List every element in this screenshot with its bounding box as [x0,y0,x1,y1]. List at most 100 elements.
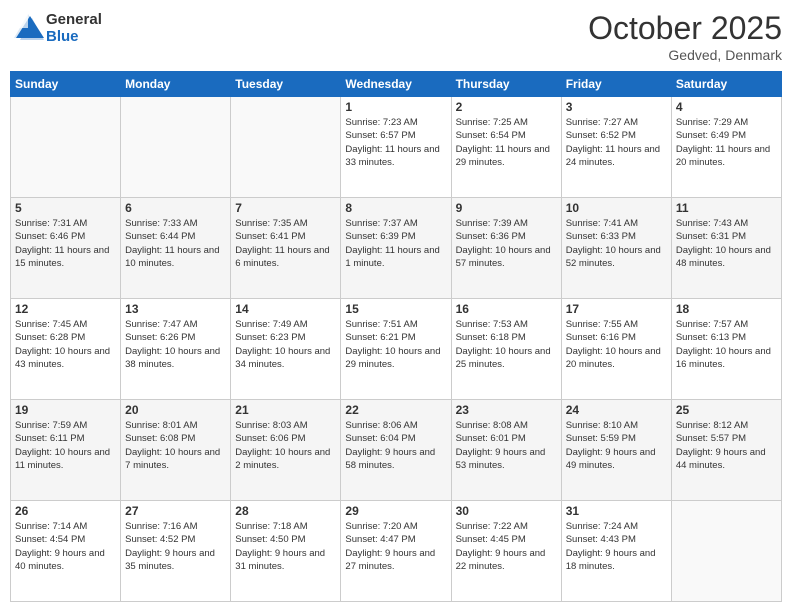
day-info: Sunrise: 7:18 AM Sunset: 4:50 PM Dayligh… [235,520,336,573]
day-number: 29 [345,504,446,518]
day-info: Sunrise: 7:47 AM Sunset: 6:26 PM Dayligh… [125,318,226,371]
calendar-cell: 23 Sunrise: 8:08 AM Sunset: 6:01 PM Dayli… [451,400,561,501]
location: Gedved, Denmark [588,47,782,63]
logo-text: General Blue [46,11,102,45]
logo-blue: Blue [46,28,102,45]
day-number: 28 [235,504,336,518]
calendar-week-3: 19 Sunrise: 7:59 AM Sunset: 6:11 PM Dayli… [11,400,782,501]
header-tuesday: Tuesday [231,72,341,97]
calendar-cell: 8Sunrise: 7:37 AM Sunset: 6:39 PM Daylig… [341,198,451,299]
day-number: 18 [676,302,777,316]
day-number: 15 [345,302,446,316]
calendar-cell: 6Sunrise: 7:33 AM Sunset: 6:44 PM Daylig… [121,198,231,299]
day-number: 16 [456,302,557,316]
day-info: Sunrise: 7:20 AM Sunset: 4:47 PM Dayligh… [345,520,446,573]
day-number: 10 [566,201,667,215]
header-sunday: Sunday [11,72,121,97]
day-number: 14 [235,302,336,316]
day-info: Sunrise: 7:23 AM Sunset: 6:57 PM Dayligh… [345,116,446,169]
calendar-cell: 28 Sunrise: 7:18 AM Sunset: 4:50 PM Dayli… [231,501,341,602]
day-info: Sunrise: 8:03 AM Sunset: 6:06 PM Dayligh… [235,419,336,472]
day-number: 22 [345,403,446,417]
day-info: Sunrise: 7:39 AM Sunset: 6:36 PM Dayligh… [456,217,557,270]
logo-icon [10,10,46,46]
calendar-cell: 26Sunrise: 7:14 AM Sunset: 4:54 PM Dayli… [11,501,121,602]
day-info: Sunrise: 7:24 AM Sunset: 4:43 PM Dayligh… [566,520,667,573]
title-section: October 2025 Gedved, Denmark [588,10,782,63]
calendar-week-0: 1 Sunrise: 7:23 AM Sunset: 6:57 PM Daylig… [11,97,782,198]
calendar-table: Sunday Monday Tuesday Wednesday Thursday… [10,71,782,602]
day-info: Sunrise: 8:12 AM Sunset: 5:57 PM Dayligh… [676,419,777,472]
day-info: Sunrise: 7:22 AM Sunset: 4:45 PM Dayligh… [456,520,557,573]
day-info: Sunrise: 7:43 AM Sunset: 6:31 PM Dayligh… [676,217,777,270]
page: General Blue October 2025 Gedved, Denmar… [0,0,792,612]
calendar-cell: 13Sunrise: 7:47 AM Sunset: 6:26 PM Dayli… [121,299,231,400]
day-info: Sunrise: 7:57 AM Sunset: 6:13 PM Dayligh… [676,318,777,371]
day-number: 9 [456,201,557,215]
calendar-cell: 5 Sunrise: 7:31 AM Sunset: 6:46 PM Daylig… [11,198,121,299]
day-number: 17 [566,302,667,316]
day-info: Sunrise: 8:06 AM Sunset: 6:04 PM Dayligh… [345,419,446,472]
header-friday: Friday [561,72,671,97]
day-number: 25 [676,403,777,417]
calendar-cell: 16 Sunrise: 7:53 AM Sunset: 6:18 PM Dayli… [451,299,561,400]
calendar-cell: 29 Sunrise: 7:20 AM Sunset: 4:47 PM Dayli… [341,501,451,602]
day-info: Sunrise: 7:51 AM Sunset: 6:21 PM Dayligh… [345,318,446,371]
calendar-cell: 22 Sunrise: 8:06 AM Sunset: 6:04 PM Dayli… [341,400,451,501]
calendar-cell [671,501,781,602]
calendar-cell: 17 Sunrise: 7:55 AM Sunset: 6:16 PM Dayli… [561,299,671,400]
day-number: 3 [566,100,667,114]
day-number: 19 [15,403,116,417]
day-number: 21 [235,403,336,417]
day-number: 1 [345,100,446,114]
logo-general: General [46,11,102,28]
calendar-cell: 1 Sunrise: 7:23 AM Sunset: 6:57 PM Daylig… [341,97,451,198]
day-info: Sunrise: 7:55 AM Sunset: 6:16 PM Dayligh… [566,318,667,371]
day-info: Sunrise: 7:27 AM Sunset: 6:52 PM Dayligh… [566,116,667,169]
calendar-cell [231,97,341,198]
day-number: 30 [456,504,557,518]
calendar-cell: 31Sunrise: 7:24 AM Sunset: 4:43 PM Dayli… [561,501,671,602]
day-info: Sunrise: 7:29 AM Sunset: 6:49 PM Dayligh… [676,116,777,169]
day-number: 11 [676,201,777,215]
calendar-cell: 4Sunrise: 7:29 AM Sunset: 6:49 PM Daylig… [671,97,781,198]
day-number: 26 [15,504,116,518]
calendar-cell: 10 Sunrise: 7:41 AM Sunset: 6:33 PM Dayli… [561,198,671,299]
day-info: Sunrise: 7:59 AM Sunset: 6:11 PM Dayligh… [15,419,116,472]
calendar-week-4: 26Sunrise: 7:14 AM Sunset: 4:54 PM Dayli… [11,501,782,602]
weekday-header-row: Sunday Monday Tuesday Wednesday Thursday… [11,72,782,97]
calendar-cell: 27 Sunrise: 7:16 AM Sunset: 4:52 PM Dayli… [121,501,231,602]
day-info: Sunrise: 7:49 AM Sunset: 6:23 PM Dayligh… [235,318,336,371]
day-info: Sunrise: 8:01 AM Sunset: 6:08 PM Dayligh… [125,419,226,472]
day-number: 27 [125,504,226,518]
day-info: Sunrise: 7:37 AM Sunset: 6:39 PM Dayligh… [345,217,446,270]
calendar-cell: 25 Sunrise: 8:12 AM Sunset: 5:57 PM Dayli… [671,400,781,501]
header-thursday: Thursday [451,72,561,97]
day-number: 24 [566,403,667,417]
calendar-cell: 19 Sunrise: 7:59 AM Sunset: 6:11 PM Dayli… [11,400,121,501]
day-info: Sunrise: 8:08 AM Sunset: 6:01 PM Dayligh… [456,419,557,472]
day-info: Sunrise: 8:10 AM Sunset: 5:59 PM Dayligh… [566,419,667,472]
day-number: 23 [456,403,557,417]
day-info: Sunrise: 7:16 AM Sunset: 4:52 PM Dayligh… [125,520,226,573]
day-number: 12 [15,302,116,316]
day-info: Sunrise: 7:31 AM Sunset: 6:46 PM Dayligh… [15,217,116,270]
calendar-cell: 18 Sunrise: 7:57 AM Sunset: 6:13 PM Dayli… [671,299,781,400]
day-number: 5 [15,201,116,215]
calendar-cell: 2Sunrise: 7:25 AM Sunset: 6:54 PM Daylig… [451,97,561,198]
calendar-week-1: 5 Sunrise: 7:31 AM Sunset: 6:46 PM Daylig… [11,198,782,299]
calendar-cell: 21 Sunrise: 8:03 AM Sunset: 6:06 PM Dayli… [231,400,341,501]
day-number: 6 [125,201,226,215]
calendar-cell: 3 Sunrise: 7:27 AM Sunset: 6:52 PM Daylig… [561,97,671,198]
header-monday: Monday [121,72,231,97]
day-info: Sunrise: 7:25 AM Sunset: 6:54 PM Dayligh… [456,116,557,169]
logo: General Blue [10,10,102,46]
calendar-week-2: 12Sunrise: 7:45 AM Sunset: 6:28 PM Dayli… [11,299,782,400]
calendar-cell: 30 Sunrise: 7:22 AM Sunset: 4:45 PM Dayli… [451,501,561,602]
calendar-cell [11,97,121,198]
calendar-cell: 14 Sunrise: 7:49 AM Sunset: 6:23 PM Dayli… [231,299,341,400]
day-info: Sunrise: 7:41 AM Sunset: 6:33 PM Dayligh… [566,217,667,270]
calendar-cell [121,97,231,198]
header-saturday: Saturday [671,72,781,97]
day-info: Sunrise: 7:53 AM Sunset: 6:18 PM Dayligh… [456,318,557,371]
